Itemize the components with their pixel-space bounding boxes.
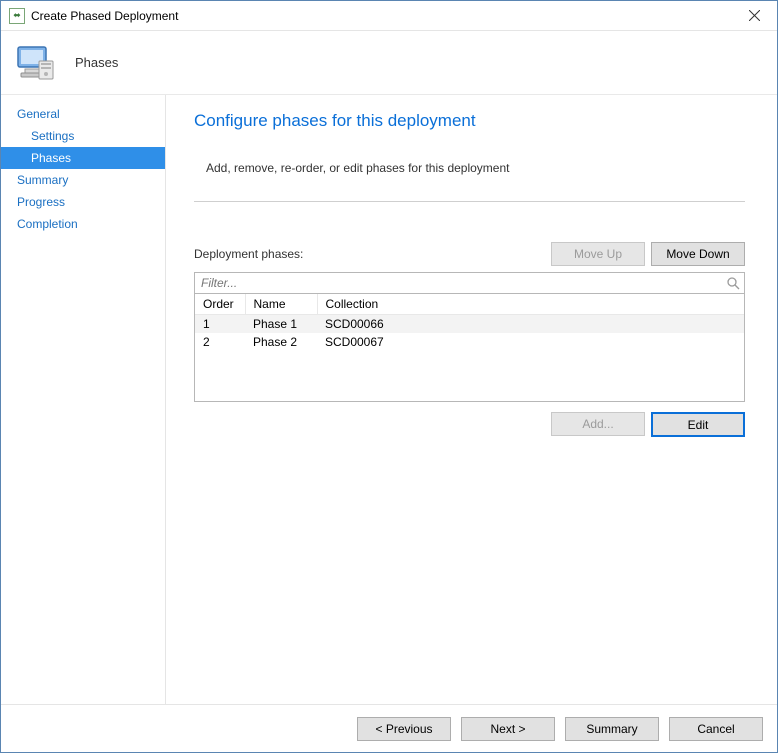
window-title: Create Phased Deployment bbox=[31, 9, 732, 23]
cancel-button[interactable]: Cancel bbox=[669, 717, 763, 741]
sidebar-item-settings[interactable]: Settings bbox=[1, 125, 165, 147]
cell-order: 2 bbox=[195, 333, 245, 351]
table-row[interactable]: 2 Phase 2 SCD00067 bbox=[195, 333, 744, 351]
filter-input[interactable] bbox=[195, 273, 722, 293]
col-name[interactable]: Name bbox=[245, 294, 317, 315]
sidebar-item-general[interactable]: General bbox=[1, 103, 165, 125]
app-icon: ⬌ bbox=[9, 8, 25, 24]
close-icon bbox=[749, 10, 760, 21]
wizard-footer: < Previous Next > Summary Cancel bbox=[1, 704, 777, 752]
monitor-icon bbox=[15, 45, 55, 81]
cell-name: Phase 2 bbox=[245, 333, 317, 351]
cell-collection: SCD00067 bbox=[317, 333, 744, 351]
divider bbox=[194, 201, 745, 202]
add-button: Add... bbox=[551, 412, 645, 436]
sidebar-item-phases[interactable]: Phases bbox=[1, 147, 165, 169]
page-instruction: Add, remove, re-order, or edit phases fo… bbox=[206, 161, 745, 175]
wizard-step-name: Phases bbox=[75, 55, 118, 70]
page-heading: Configure phases for this deployment bbox=[194, 111, 745, 131]
search-icon[interactable] bbox=[722, 273, 744, 293]
wizard-sidebar: General Settings Phases Summary Progress… bbox=[1, 95, 166, 704]
col-order[interactable]: Order bbox=[195, 294, 245, 315]
table-row[interactable]: 1 Phase 1 SCD00066 bbox=[195, 315, 744, 334]
cell-name: Phase 1 bbox=[245, 315, 317, 334]
close-button[interactable] bbox=[732, 1, 777, 31]
edit-button[interactable]: Edit bbox=[651, 412, 745, 437]
previous-button[interactable]: < Previous bbox=[357, 717, 451, 741]
next-button[interactable]: Next > bbox=[461, 717, 555, 741]
sidebar-item-completion[interactable]: Completion bbox=[1, 213, 165, 235]
table-header-row: Order Name Collection bbox=[195, 294, 744, 315]
col-collection[interactable]: Collection bbox=[317, 294, 744, 315]
phases-label: Deployment phases: bbox=[194, 247, 545, 261]
sidebar-item-summary[interactable]: Summary bbox=[1, 169, 165, 191]
cell-collection: SCD00066 bbox=[317, 315, 744, 334]
move-up-button: Move Up bbox=[551, 242, 645, 266]
filter-box bbox=[194, 272, 745, 294]
move-down-button[interactable]: Move Down bbox=[651, 242, 745, 266]
wizard-content: Configure phases for this deployment Add… bbox=[166, 95, 777, 704]
summary-button[interactable]: Summary bbox=[565, 717, 659, 741]
sidebar-item-progress[interactable]: Progress bbox=[1, 191, 165, 213]
cell-order: 1 bbox=[195, 315, 245, 334]
phases-table: Order Name Collection 1 Phase 1 SCD00066… bbox=[194, 294, 745, 402]
wizard-header: Phases bbox=[1, 31, 777, 95]
titlebar: ⬌ Create Phased Deployment bbox=[1, 1, 777, 31]
